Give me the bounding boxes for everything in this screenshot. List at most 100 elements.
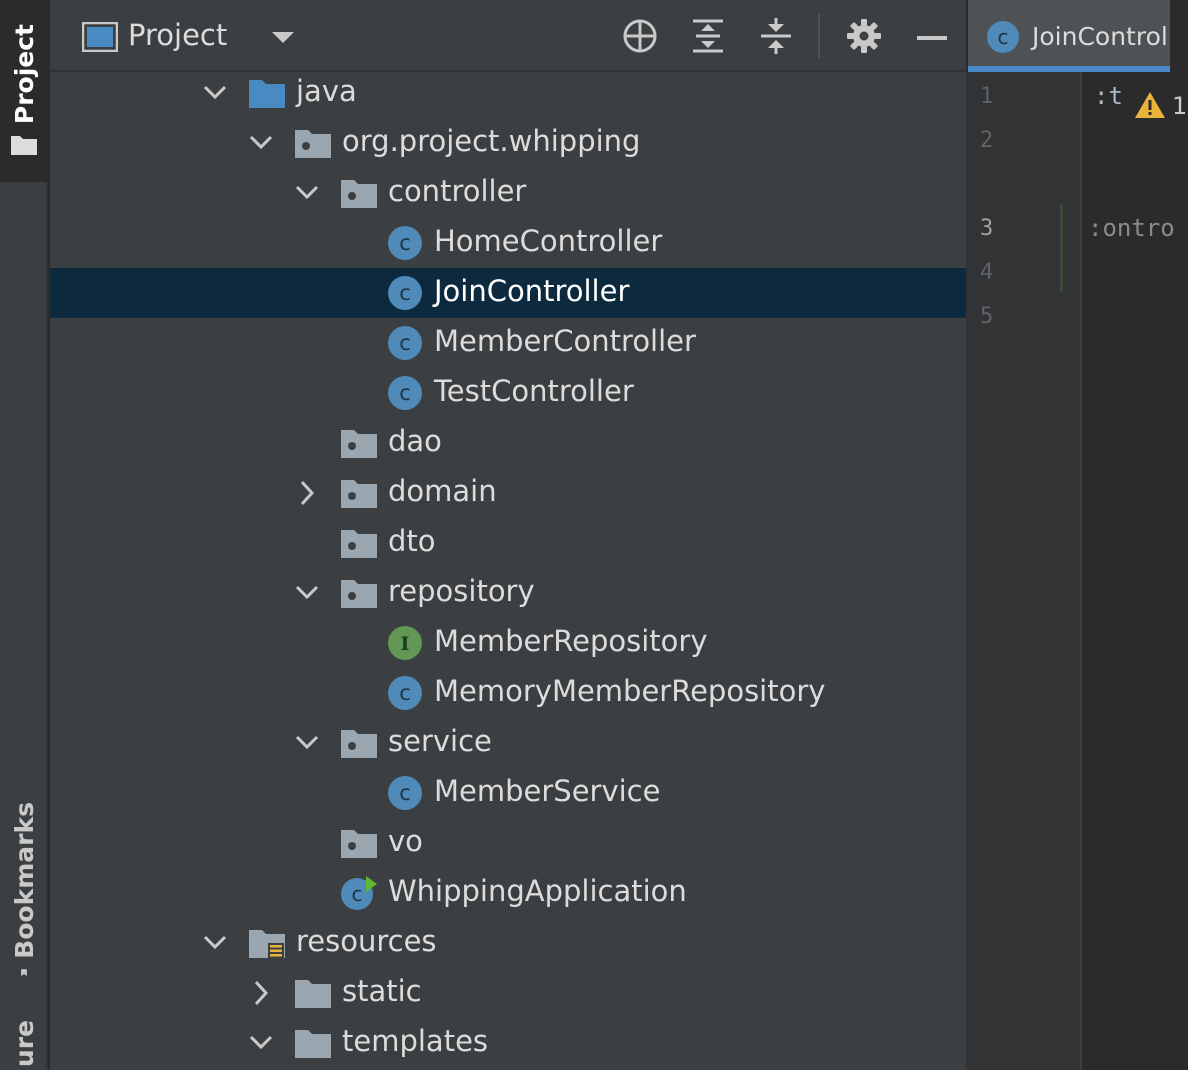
project-panel-header: Project — [50, 0, 966, 72]
chevron-right-icon[interactable] — [292, 478, 322, 508]
svg-text:c: c — [399, 281, 411, 305]
line-number: 4 — [980, 260, 994, 285]
tree-node-label: MemberRepository — [434, 624, 708, 658]
tree-node-label: static — [342, 974, 422, 1008]
tree-node-homecontroller[interactable]: c HomeController — [50, 218, 966, 268]
view-mode-dropdown[interactable] — [266, 16, 306, 56]
tree-node-label: domain — [388, 474, 497, 508]
folder-icon — [11, 136, 37, 156]
tree-node-controller[interactable]: controller — [50, 168, 966, 218]
package-icon — [340, 425, 378, 461]
chevron-down-icon[interactable] — [246, 128, 276, 158]
package-icon — [340, 475, 378, 511]
class-icon: c — [386, 675, 424, 711]
bookmark-icon — [21, 969, 27, 976]
class-icon: c — [987, 21, 1019, 53]
class-icon: c — [386, 275, 424, 311]
svg-text:c: c — [399, 681, 411, 705]
svg-text:c: c — [399, 381, 411, 405]
tree-node-label: MemberService — [434, 774, 661, 808]
class-icon: c — [386, 375, 424, 411]
tree-node-service[interactable]: service — [50, 718, 966, 768]
ide-window: Project Bookmarks ure Project java org.p… — [0, 0, 1188, 1070]
tree-node-java[interactable]: java — [50, 68, 966, 118]
tree-node-memberrepository[interactable]: I MemberRepository — [50, 618, 966, 668]
minimize-icon — [917, 36, 947, 40]
tree-node-testcontroller[interactable]: c TestController — [50, 368, 966, 418]
tree-node-label: MemberController — [434, 324, 696, 358]
folder-icon — [294, 1025, 332, 1061]
warning-icon[interactable] — [1134, 90, 1166, 120]
tree-node-label: WhippingApplication — [388, 874, 687, 908]
tree-node-joincontroller[interactable]: c JoinController — [50, 268, 966, 318]
chevron-down-icon[interactable] — [246, 1028, 276, 1058]
tree-node-dao[interactable]: dao — [50, 418, 966, 468]
tree-node-label: vo — [388, 824, 423, 858]
code-line-3[interactable]: :ontro — [1088, 214, 1175, 242]
settings-button[interactable] — [844, 16, 884, 56]
tree-node-label: dto — [388, 524, 436, 558]
tree-node-whippingapplication[interactable]: c WhippingApplication — [50, 868, 966, 918]
tree-node-repository[interactable]: repository — [50, 568, 966, 618]
tree-node-memberservice[interactable]: c MemberService — [50, 768, 966, 818]
project-panel: Project java org.project.whipping contro… — [50, 0, 966, 1070]
warning-count: 1 — [1172, 92, 1188, 120]
chevron-down-icon[interactable] — [292, 178, 322, 208]
structure-tool-tab[interactable]: ure — [0, 1020, 48, 1070]
line-number: 1 — [980, 84, 994, 109]
chevron-right-icon[interactable] — [246, 978, 276, 1008]
spring-boot-class-icon: c — [340, 875, 378, 911]
svg-text:c: c — [998, 25, 1009, 49]
tree-node-label: repository — [388, 574, 535, 608]
tree-node-membercontroller[interactable]: c MemberController — [50, 318, 966, 368]
class-icon: c — [386, 225, 424, 261]
chevron-down-icon[interactable] — [200, 928, 230, 958]
tree-node-label: java — [296, 74, 357, 108]
project-tool-tab[interactable]: Project — [0, 0, 48, 182]
interface-icon: I — [386, 625, 424, 661]
locate-target-icon — [623, 19, 657, 53]
svg-text:c: c — [399, 231, 411, 255]
editor-tab-joincontroller[interactable]: c JoinControl — [968, 0, 1170, 72]
package-icon — [340, 725, 378, 761]
tree-node-static[interactable]: static — [50, 968, 966, 1018]
tree-node-label: controller — [388, 174, 527, 208]
project-view-icon — [82, 22, 118, 52]
tree-node-label: JoinController — [434, 274, 630, 308]
chevron-down-icon[interactable] — [292, 578, 322, 608]
package-icon — [340, 825, 378, 861]
chevron-down-icon[interactable] — [292, 728, 322, 758]
line-number: 2 — [980, 128, 994, 153]
tree-node-label: org.project.whipping — [342, 124, 641, 158]
hide-panel-button[interactable] — [912, 16, 952, 56]
tree-node-label: service — [388, 724, 492, 758]
toolbar-separator — [818, 14, 820, 58]
locate-file-button[interactable] — [620, 16, 660, 56]
svg-text:c: c — [399, 781, 411, 805]
tree-node-org-project-whipping[interactable]: org.project.whipping — [50, 118, 966, 168]
line-number: 3 — [980, 216, 994, 241]
tree-node-resources[interactable]: resources — [50, 918, 966, 968]
bookmarks-tool-tab-label: Bookmarks — [9, 802, 39, 959]
tree-node-memorymemberrepository[interactable]: c MemoryMemberRepository — [50, 668, 966, 718]
tree-node-dto[interactable]: dto — [50, 518, 966, 568]
bookmarks-tool-tab[interactable]: Bookmarks — [0, 796, 48, 976]
tree-node-vo[interactable]: vo — [50, 818, 966, 868]
tree-node-domain[interactable]: domain — [50, 468, 966, 518]
expand-all-button[interactable] — [688, 16, 728, 56]
left-tool-strip: Project Bookmarks ure — [0, 0, 48, 1070]
package-icon — [294, 125, 332, 161]
vcs-change-marker — [1060, 204, 1063, 292]
tree-node-templates[interactable]: templates — [50, 1018, 966, 1068]
tree-node-label: templates — [342, 1024, 489, 1058]
structure-tool-tab-label: ure — [9, 1020, 39, 1068]
tree-node-label: MemoryMemberRepository — [434, 674, 826, 708]
project-panel-title: Project — [128, 18, 228, 52]
chevron-down-icon[interactable] — [200, 78, 230, 108]
line-number: 5 — [980, 304, 994, 329]
collapse-all-button[interactable] — [756, 16, 796, 56]
code-line-1[interactable]: :t — [1094, 82, 1123, 110]
editor-gutter[interactable]: 1 2 3 4 5 — [966, 72, 1082, 1070]
editor-area: c JoinControl 1 2 3 4 5 :t 1 :ontro — [966, 0, 1188, 1070]
class-icon: c — [386, 325, 424, 361]
